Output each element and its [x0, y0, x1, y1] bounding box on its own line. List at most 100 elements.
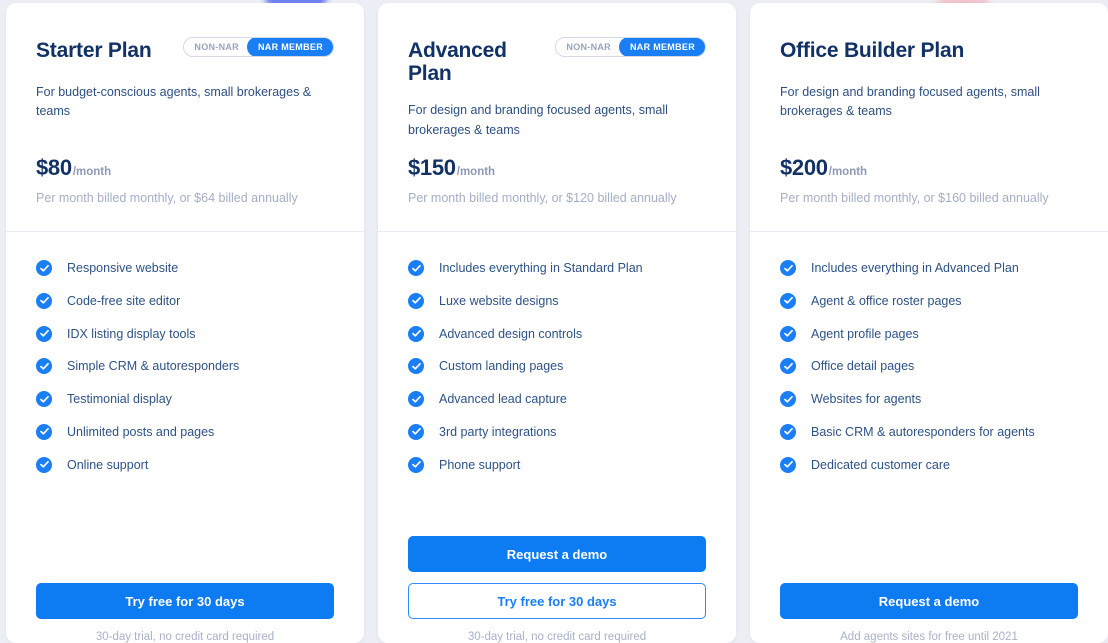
card-header-top: Office Builder Plan [780, 37, 1078, 67]
check-circle-icon [780, 391, 796, 408]
check-circle-icon [780, 260, 796, 277]
pricing-card-office-builder: Office Builder Plan For design and brand… [750, 3, 1108, 643]
feature-item: Dedicated customer care [780, 456, 1078, 473]
check-circle-icon [36, 423, 52, 440]
plan-description: For budget-conscious agents, small broke… [36, 85, 312, 119]
nar-toggle-option-non-nar[interactable]: NON-NAR [184, 42, 247, 52]
nar-membership-toggle[interactable]: NON-NAR NAR MEMBER [555, 37, 706, 57]
plan-price-period: /month [72, 166, 112, 178]
check-circle-icon [780, 358, 796, 375]
plan-price-row: $200 /month [780, 155, 867, 181]
plan-price-amount: $150 [408, 155, 456, 180]
plan-price-row: $80 /month [36, 155, 111, 181]
feature-label: Agent profile pages [811, 326, 919, 341]
feature-label: Agent & office roster pages [811, 293, 962, 308]
card-header: Office Builder Plan For design and brand… [750, 3, 1108, 231]
plan-price-amount: $80 [36, 155, 72, 180]
feature-label: Advanced design controls [439, 326, 583, 341]
check-circle-icon [36, 391, 52, 408]
plan-feature-list: Includes everything in Advanced Plan Agen… [750, 232, 1108, 577]
feature-label: Websites for agents [811, 392, 922, 406]
feature-item: Custom landing pages [408, 358, 706, 375]
feature-label: 3rd party integrations [439, 424, 557, 439]
feature-item: Office detail pages [780, 358, 1078, 375]
feature-label: Custom landing pages [439, 359, 564, 374]
feature-label: Basic CRM & autoresponders for agents [811, 424, 1035, 439]
plan-actions: Request a demo Add agents sites for free… [750, 577, 1108, 643]
check-circle-icon [36, 358, 52, 375]
plan-price-period: /month [456, 166, 496, 178]
feature-item: Basic CRM & autoresponders for agents [780, 423, 1078, 440]
feature-item: Unlimited posts and pages [36, 423, 334, 440]
card-header-top: Starter Plan NON-NAR NAR MEMBER [36, 37, 334, 67]
plan-primary-button[interactable]: Try free for 30 days [36, 583, 334, 619]
card-header: Advanced Plan NON-NAR NAR MEMBER For des… [378, 3, 736, 231]
feature-label: Testimonial display [67, 392, 172, 406]
card-header-top: Advanced Plan NON-NAR NAR MEMBER [408, 37, 706, 85]
check-circle-icon [408, 260, 424, 277]
check-circle-icon [408, 292, 424, 309]
plan-description: For design and branding focused agents, … [780, 85, 1040, 119]
plan-title: Advanced Plan [408, 39, 507, 86]
plan-feature-list: Includes everything in Standard Plan Luxe… [378, 232, 736, 530]
feature-item: 3rd party integrations [408, 423, 706, 440]
nar-toggle-option-nar-member[interactable]: NAR MEMBER [247, 38, 334, 56]
feature-item: Phone support [408, 456, 706, 473]
feature-label: Includes everything in Advanced Plan [811, 261, 1019, 275]
plan-title: Starter Plan [36, 39, 152, 62]
plan-billing-note: Per month billed monthly, or $160 billed… [780, 191, 1049, 205]
check-circle-icon [780, 456, 796, 473]
nar-membership-toggle[interactable]: NON-NAR NAR MEMBER [183, 37, 334, 57]
feature-item: Online support [36, 456, 334, 473]
feature-item: Includes everything in Standard Plan [408, 260, 706, 277]
feature-label: Luxe website designs [439, 293, 559, 308]
plan-button-note: 30-day trial, no credit card required [95, 631, 275, 643]
pricing-plans-container: Starter Plan NON-NAR NAR MEMBER For budg… [0, 0, 1108, 643]
check-circle-icon [408, 325, 424, 342]
check-circle-icon [408, 391, 424, 408]
plan-price-row: $150 /month [408, 155, 495, 181]
pricing-card-advanced: Advanced Plan NON-NAR NAR MEMBER For des… [378, 3, 736, 643]
plan-price-period: /month [828, 166, 868, 178]
check-circle-icon [408, 456, 424, 473]
plan-secondary-button[interactable]: Try free for 30 days [408, 583, 706, 619]
plan-description: For design and branding focused agents, … [408, 103, 668, 137]
feature-item: Agent profile pages [780, 325, 1078, 342]
check-circle-icon [36, 325, 52, 342]
check-circle-icon [36, 292, 52, 309]
feature-item: Luxe website designs [408, 292, 706, 309]
check-circle-icon [780, 325, 796, 342]
plan-primary-button[interactable]: Request a demo [408, 536, 706, 572]
check-circle-icon [36, 456, 52, 473]
feature-item: Code-free site editor [36, 292, 334, 309]
plan-title: Office Builder Plan [780, 39, 965, 62]
feature-label: Dedicated customer care [811, 457, 950, 472]
feature-item: Agent & office roster pages [780, 292, 1078, 309]
feature-item: Includes everything in Advanced Plan [780, 260, 1078, 277]
feature-label: Simple CRM & autoresponders [67, 359, 240, 374]
plan-primary-button[interactable]: Request a demo [780, 583, 1078, 619]
check-circle-icon [36, 260, 52, 277]
check-circle-icon [780, 423, 796, 440]
feature-label: Includes everything in Standard Plan [439, 261, 643, 275]
feature-item: Advanced lead capture [408, 391, 706, 408]
feature-label: IDX listing display tools [67, 326, 196, 341]
pricing-card-starter: Starter Plan NON-NAR NAR MEMBER For budg… [6, 3, 364, 643]
plan-actions: Request a demo Try free for 30 days 30-d… [378, 530, 736, 643]
feature-label: Phone support [439, 457, 521, 472]
feature-item: IDX listing display tools [36, 325, 334, 342]
plan-billing-note: Per month billed monthly, or $120 billed… [408, 191, 677, 205]
plan-feature-list: Responsive website Code-free site editor I… [6, 232, 364, 577]
plan-actions: Try free for 30 days 30-day trial, no cr… [6, 577, 364, 643]
check-circle-icon [408, 358, 424, 375]
feature-label: Office detail pages [811, 359, 915, 374]
plan-button-note: 30-day trial, no credit card required [467, 631, 647, 643]
feature-label: Code-free site editor [67, 293, 181, 308]
plan-button-note: Add agents sites for free until 2021 [840, 631, 1018, 643]
feature-label: Online support [67, 457, 149, 472]
feature-item: Advanced design controls [408, 325, 706, 342]
plan-price-amount: $200 [780, 155, 828, 180]
nar-toggle-option-non-nar[interactable]: NON-NAR [556, 42, 619, 52]
nar-toggle-option-nar-member[interactable]: NAR MEMBER [619, 38, 706, 56]
feature-item: Responsive website [36, 260, 334, 277]
